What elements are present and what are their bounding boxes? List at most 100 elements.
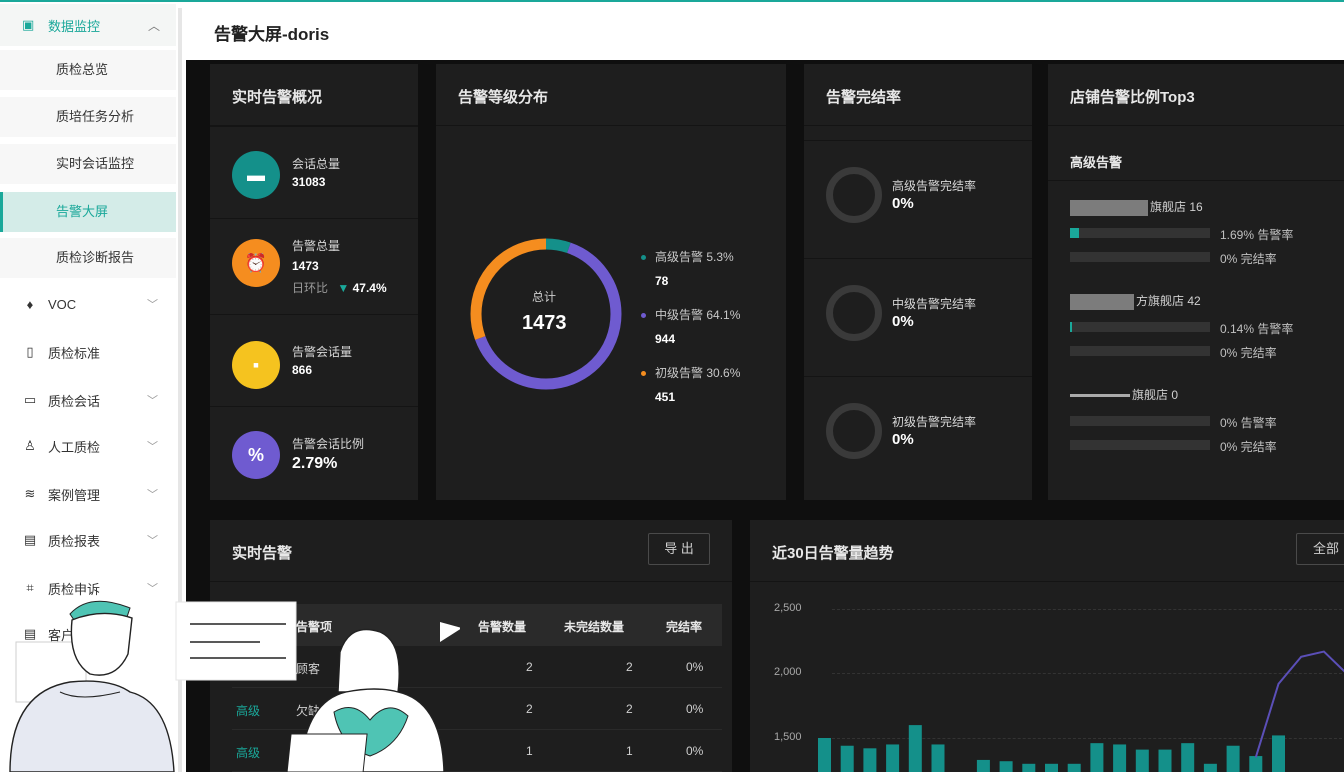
donut-total-value: 1473 xyxy=(522,312,567,334)
completion-value: 0% xyxy=(892,313,914,330)
sidebar-item-label: 质检会话 xyxy=(48,393,101,409)
shops-card: 店铺告警比例Top3 高级告警 旗舰店 16 1.69% 告警率 0% 完结率 … xyxy=(1048,64,1344,500)
trend-bar xyxy=(999,761,1013,772)
trend-bar xyxy=(1203,763,1217,772)
alarm-rate-bar xyxy=(1070,416,1210,426)
chevron-down-icon: ﹀ xyxy=(147,535,158,547)
distribution-card: 告警等级分布 总计 1473 高级告警 5.3% 78 中级告警 64.1% 9… xyxy=(436,64,786,500)
completion-ring xyxy=(826,167,882,223)
shop-name-text: 旗舰店 0 xyxy=(1132,388,1179,402)
alarm-rate-label: 1.69% 告警率 xyxy=(1220,228,1294,242)
page-header: 告警大屏-doris xyxy=(186,2,1344,60)
trend-bar xyxy=(976,759,990,772)
sidebar-group-label: 数据监控 xyxy=(48,18,101,34)
sidebar-item-realtime-session[interactable]: 实时会话监控 xyxy=(0,144,176,184)
legend-low: 初级告警 30.6% xyxy=(641,364,740,381)
stat-value: 2.79% xyxy=(292,455,338,472)
cell-open: 2 xyxy=(626,702,633,716)
sidebar-item-quality-overview[interactable]: 质检总览 xyxy=(0,50,176,90)
done-rate-label: 0% 完结率 xyxy=(1220,252,1277,266)
trend-bar xyxy=(863,748,877,772)
sidebar-item-label: 质检标准 xyxy=(48,345,101,361)
column-header: 完结率 xyxy=(666,620,703,634)
legend-name: 初级告警 xyxy=(655,366,704,380)
document-icon: ▯ xyxy=(26,344,34,359)
sidebar-item-voc[interactable]: ♦ VOC ﹀ xyxy=(0,282,176,326)
overview-card: 实时告警概况 ▬ 会话总量 31083 ⏰ 告警总量 1473 日环比 ▼ 47… xyxy=(210,64,418,500)
trend-down-icon: ▼ xyxy=(337,281,350,295)
legend-high: 高级告警 5.3% xyxy=(641,248,734,265)
shop-name-text: 方旗舰店 42 xyxy=(1136,294,1201,308)
shop-row: 旗舰店 16 1.69% 告警率 0% 完结率 xyxy=(1070,198,1344,268)
card-header: 实时告警概况 xyxy=(210,64,418,126)
trend-bar xyxy=(1045,763,1058,772)
trend-line xyxy=(1254,650,1344,758)
sidebar-item-alarm-screen[interactable]: 告警大屏 xyxy=(0,192,176,232)
completion-low: 初级告警完结率 0% xyxy=(804,376,1032,488)
legend-pct: 30.6% xyxy=(706,366,741,380)
card-header: 店铺告警比例Top3 xyxy=(1048,64,1344,126)
sidebar-item-case[interactable]: ≋ 案例管理 ﹀ xyxy=(0,472,176,516)
sidebar-item-diagnosis-report[interactable]: 质检诊断报告 xyxy=(0,238,176,278)
sidebar-item-label: VOC xyxy=(48,296,77,312)
shop-row: 方旗舰店 42 0.14% 告警率 0% 完结率 xyxy=(1070,292,1344,362)
sidebar-group-data-monitor[interactable]: ▣ 数据监控 ︿ xyxy=(0,4,176,46)
trend-bar xyxy=(1272,735,1285,772)
monitor-icon: ▣ xyxy=(22,17,35,32)
stat-name: 会话总量 xyxy=(292,157,341,171)
completion-value: 0% xyxy=(892,431,914,448)
trend-bar xyxy=(1090,743,1104,772)
diamond-icon: ♦ xyxy=(26,296,34,312)
chat-icon: ▭ xyxy=(23,392,37,407)
export-button[interactable]: 导 出 xyxy=(648,533,710,565)
sidebar-item-label: 质检报表 xyxy=(48,533,101,549)
alarm-rate-fill xyxy=(1070,322,1072,332)
chevron-down-icon: ﹀ xyxy=(147,489,158,501)
trend-bar xyxy=(1135,749,1149,772)
report-icon: ▤ xyxy=(23,532,37,547)
page-title: 告警大屏-doris xyxy=(214,25,330,44)
trend-bar xyxy=(1113,744,1127,772)
legend-name: 高级告警 xyxy=(655,250,704,264)
alarm-rate-fill xyxy=(1070,228,1080,238)
day-compare-label: 日环比 xyxy=(292,281,329,295)
stat-name: 告警总量 xyxy=(292,239,341,253)
completion-name: 高级告警完结率 xyxy=(892,179,977,193)
legend-dot xyxy=(641,313,646,319)
stat-value: 1473 xyxy=(292,259,319,273)
stat-alarm-ratio: % 告警会话比例 2.79% xyxy=(210,406,418,498)
legend-count: 451 xyxy=(655,390,676,404)
sidebar-item-session[interactable]: ▭ 质检会话 ﹀ xyxy=(0,378,176,422)
stat-session-total: ▬ 会话总量 31083 xyxy=(210,126,418,218)
illustration-card xyxy=(175,601,297,681)
sidebar-item-label: 案例管理 xyxy=(48,487,101,503)
card-title: 告警等级分布 xyxy=(458,89,549,106)
chevron-down-icon: ﹀ xyxy=(147,299,158,311)
chevron-down-icon: ﹀ xyxy=(147,441,158,453)
cell-open: 1 xyxy=(626,744,633,758)
trend-bar xyxy=(1067,763,1081,772)
sidebar-item-standard[interactable]: ▯ 质检标准 xyxy=(0,330,176,374)
sidebar-item-manual[interactable]: ♙ 人工质检 ﹀ xyxy=(0,424,176,468)
card-title: 实时告警概况 xyxy=(232,89,323,106)
sidebar-item-report[interactable]: ▤ 质检报表 ﹀ xyxy=(0,518,176,562)
sidebar-item-training-analysis[interactable]: 质培任务分析 xyxy=(0,97,176,137)
legend-pct: 5.3% xyxy=(706,250,734,264)
done-rate-label: 0% 完结率 xyxy=(1220,440,1277,454)
completion-value: 0% xyxy=(892,195,914,212)
trend-bar xyxy=(818,738,831,772)
card-title: 店铺告警比例Top3 xyxy=(1070,89,1195,106)
legend-count: 78 xyxy=(655,274,669,288)
done-rate-bar xyxy=(1070,346,1210,356)
alarm-icon: ⏰ xyxy=(232,239,280,287)
alarm-rate-bar xyxy=(1070,322,1210,332)
trend-chart xyxy=(818,650,1344,772)
completion-high: 高级告警完结率 0% xyxy=(804,140,1032,252)
shop-row: 旗舰店 0 0% 告警率 0% 完结率 xyxy=(1070,386,1344,456)
percent-icon: % xyxy=(232,431,280,479)
shop-name: 旗舰店 16 xyxy=(1070,198,1203,216)
layers-icon: ≋ xyxy=(24,486,36,501)
stat-value: 866 xyxy=(292,363,313,377)
alarm-rate-bar xyxy=(1070,228,1210,238)
stat-name: 告警会话量 xyxy=(292,345,353,359)
